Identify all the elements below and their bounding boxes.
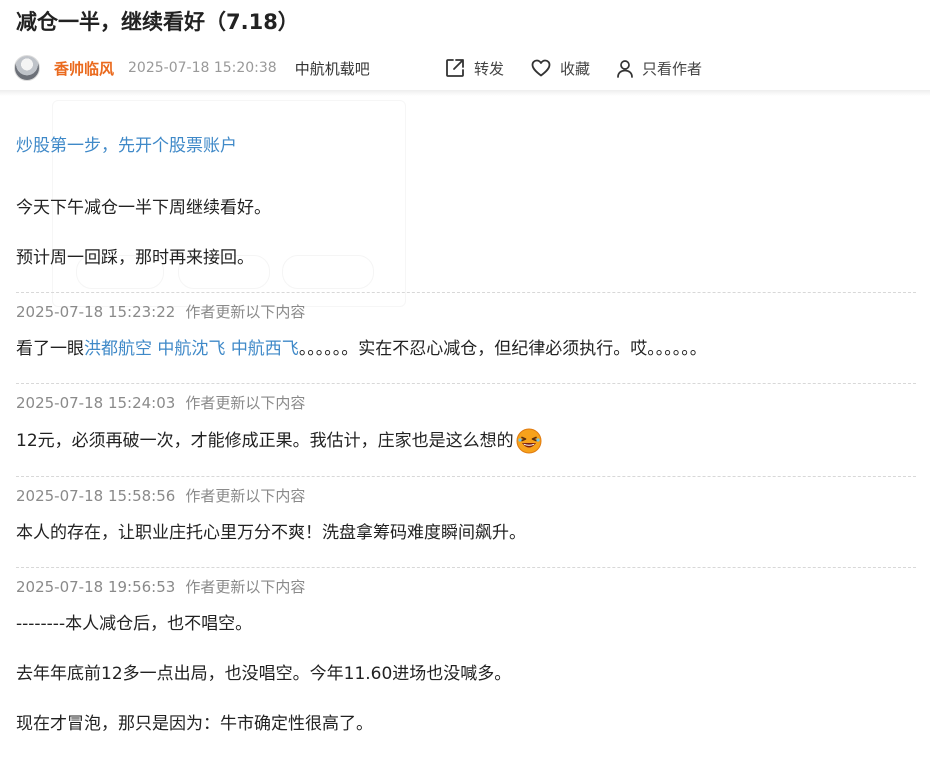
update-text: --------本人减仓后，也不唱空。 <box>16 614 253 634</box>
author-update: 2025-07-18 15:58:56 作者更新以下内容 本人的存在，让职业庄托心… <box>16 476 916 545</box>
update-text: 现在才冒泡，那只是因为：牛市确定性很高了。 <box>16 714 373 734</box>
author-name[interactable]: 香帅临风 <box>54 58 114 79</box>
update-label: 作者更新以下内容 <box>185 487 306 505</box>
update-time: 2025-07-18 15:58:56 <box>16 487 176 505</box>
post-paragraph: 今天下午减仓一半下周继续看好。 <box>16 198 271 218</box>
update-text: 看了一眼洪都航空 中航沈飞 中航西飞。。。。。。实在不忍心减仓，但纪律必须执行。… <box>16 337 916 361</box>
author-update: 2025-07-18 19:56:53 作者更新以下内容 --------本人减仓… <box>16 567 916 736</box>
update-text-segment: 看了一眼 <box>16 339 84 359</box>
update-header: 2025-07-18 15:23:22 作者更新以下内容 <box>16 293 916 331</box>
favorite-label: 收藏 <box>560 59 591 78</box>
update-text: 本人的存在，让职业庄托心里万分不爽！洗盘拿筹码难度瞬间飙升。 <box>16 523 526 543</box>
update-label: 作者更新以下内容 <box>185 578 306 596</box>
header-divider <box>0 90 930 96</box>
update-label: 作者更新以下内容 <box>185 303 306 321</box>
post-content: 炒股第一步，先开个股票账户 今天下午减仓一半下周继续看好。 预计周一回踩，那时再… <box>16 126 916 757</box>
post-time: 2025-07-18 15:20:38 <box>128 60 277 76</box>
update-time: 2025-07-18 15:24:03 <box>16 394 176 412</box>
post-title: 减仓一半，继续看好（7.18） <box>16 10 299 34</box>
update-time: 2025-07-18 15:23:22 <box>16 303 176 321</box>
update-text: 去年年底前12多一点出局，也没唱空。今年11.60进场也没喊多。 <box>16 664 512 684</box>
stock-link[interactable]: 中航沈飞 <box>157 339 225 359</box>
author-update: 2025-07-18 15:23:22 作者更新以下内容 看了一眼洪都航空 中航沈… <box>16 292 916 361</box>
post-meta: 香帅临风 2025-07-18 15:20:38 中航机载吧 转发 收藏 只看作… <box>14 52 914 84</box>
stock-link[interactable]: 洪都航空 <box>84 339 152 359</box>
author-update: 2025-07-18 15:24:03 作者更新以下内容 12元，必须再破一次，才… <box>16 383 916 454</box>
update-label: 作者更新以下内容 <box>185 394 306 412</box>
post-paragraph: 预计周一回踩，那时再来接回。 <box>16 248 254 268</box>
update-header: 2025-07-18 15:24:03 作者更新以下内容 <box>16 384 916 422</box>
author-only-button[interactable]: 只看作者 <box>616 58 702 79</box>
open-account-link[interactable]: 炒股第一步，先开个股票账户 <box>16 126 916 166</box>
update-header: 2025-07-18 15:58:56 作者更新以下内容 <box>16 477 916 515</box>
update-header: 2025-07-18 19:56:53 作者更新以下内容 <box>16 568 916 606</box>
author-only-label: 只看作者 <box>642 59 703 78</box>
stock-link[interactable]: 中航西飞 <box>231 339 299 359</box>
favorite-button[interactable]: 收藏 <box>530 57 590 79</box>
avatar[interactable] <box>14 55 40 81</box>
post-actions: 转发 收藏 只看作者 <box>444 52 728 84</box>
update-text-segment: 。。。。。。实在不忍心减仓，但纪律必须执行。哎。。。。。。 <box>298 339 707 359</box>
user-icon <box>617 60 633 78</box>
update-text: 12元，必须再破一次，才能修成正果。我估计，庄家也是这么想的 <box>16 428 916 454</box>
bar-link[interactable]: 中航机载吧 <box>295 58 370 79</box>
heart-icon <box>531 59 551 77</box>
post-page: 减仓一半，继续看好（7.18） 香帅临风 2025-07-18 15:20:38… <box>0 0 930 757</box>
share-button[interactable]: 转发 <box>444 57 504 79</box>
share-out-icon <box>446 59 464 77</box>
update-time: 2025-07-18 19:56:53 <box>16 578 176 596</box>
share-label: 转发 <box>474 59 505 78</box>
update-text-segment: 12元，必须再破一次，才能修成正果。我估计，庄家也是这么想的 <box>16 431 514 451</box>
laughing-emoji-icon <box>516 428 542 454</box>
